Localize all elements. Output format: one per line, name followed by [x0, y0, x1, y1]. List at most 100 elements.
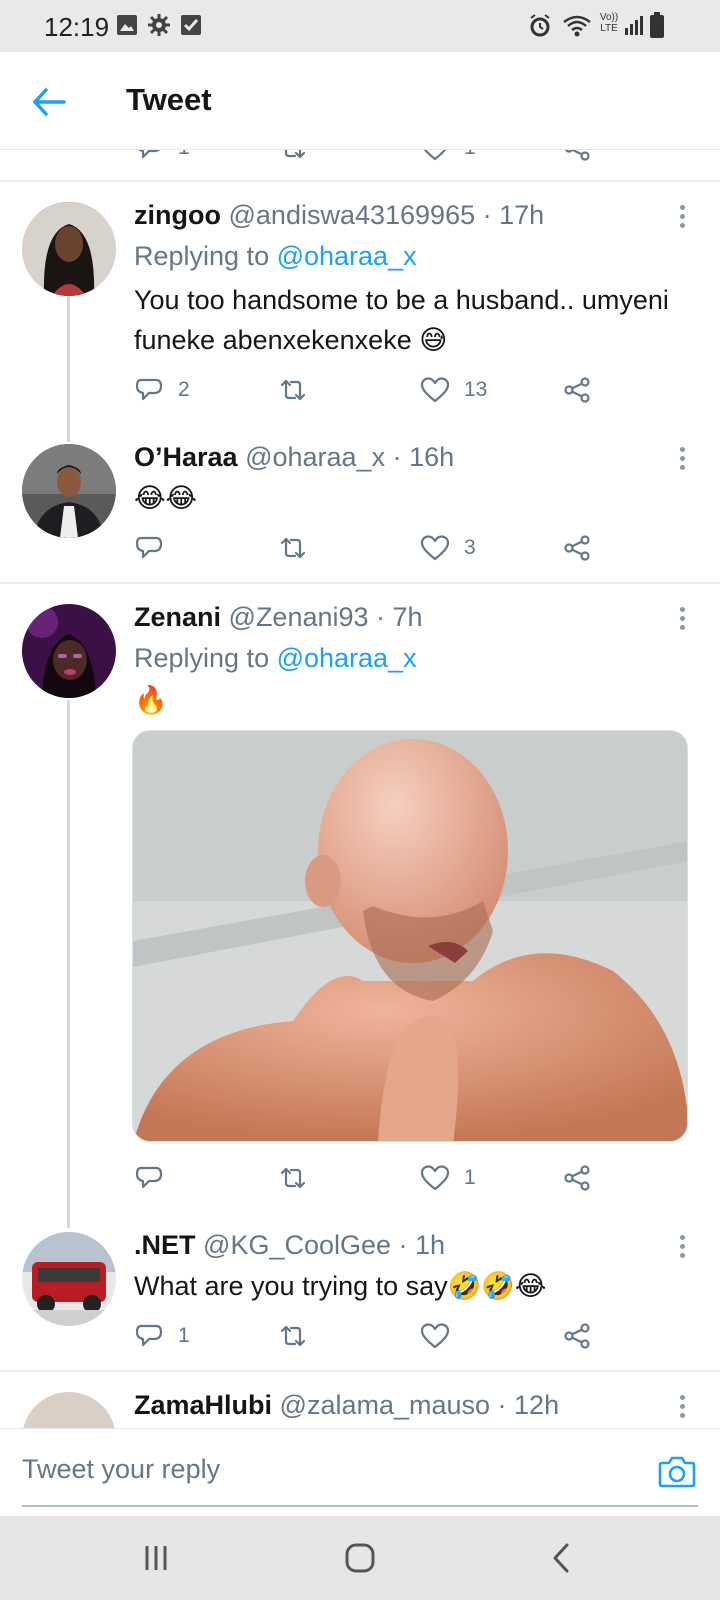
- avatar[interactable]: [22, 1232, 116, 1326]
- share-button[interactable]: [562, 150, 592, 168]
- camera-icon[interactable]: [658, 1453, 696, 1489]
- share-button[interactable]: [562, 370, 592, 410]
- signal-icon: [625, 16, 643, 35]
- handle-and-time: @zalama_mauso · 12h: [279, 1390, 560, 1420]
- divider: [0, 582, 720, 584]
- status-bar: 12:19 Vo)) LTE: [0, 0, 720, 52]
- handle-and-time: @oharaa_x · 16h: [245, 442, 455, 472]
- app-header: Tweet: [0, 52, 720, 150]
- replying-to-handle[interactable]: @oharaa_x: [277, 643, 417, 673]
- thread-line: [67, 700, 70, 1228]
- reply-button[interactable]: 2: [134, 370, 190, 410]
- replying-to-handle[interactable]: @oharaa_x: [277, 241, 417, 271]
- handle-and-time: @Zenani93 · 7h: [228, 602, 423, 632]
- image-icon: [117, 15, 137, 35]
- volte-label-bottom: LTE: [600, 23, 618, 34]
- avatar[interactable]: [22, 444, 116, 538]
- like-button[interactable]: 13: [420, 370, 487, 410]
- tweet-actions: 3: [134, 528, 614, 568]
- battery-icon: [650, 12, 664, 38]
- reply-icon: [135, 1324, 163, 1347]
- thread-line: [67, 296, 70, 442]
- avatar-image: [22, 202, 116, 296]
- share-button[interactable]: [562, 1158, 592, 1198]
- alarm-icon: [530, 14, 550, 37]
- avatar-image: [22, 444, 116, 538]
- reply-button[interactable]: [134, 528, 178, 568]
- avatar[interactable]: [22, 202, 116, 296]
- tweet-photo[interactable]: [132, 730, 688, 1142]
- display-name[interactable]: .NET: [134, 1230, 196, 1260]
- share-button[interactable]: [562, 528, 592, 568]
- avatar-image: [22, 604, 116, 698]
- tweet-actions: 1: [134, 1316, 614, 1356]
- photo-image: [133, 731, 687, 1141]
- divider: [0, 180, 720, 182]
- tweet-header: .NET @KG_CoolGee · 1h: [134, 1230, 445, 1261]
- recent-apps-icon[interactable]: [134, 1536, 178, 1580]
- more-options-icon[interactable]: [672, 444, 692, 474]
- more-options-icon[interactable]: [672, 604, 692, 634]
- arrow-left-icon[interactable]: [30, 82, 70, 122]
- tweet-header: ZamaHlubi @zalama_mauso · 12h: [134, 1390, 559, 1421]
- heart-icon: [423, 150, 447, 161]
- more-options-icon[interactable]: [672, 1232, 692, 1262]
- tweet-text: You too handsome to be a husband.. umyen…: [134, 285, 669, 355]
- share-button[interactable]: [562, 1316, 592, 1356]
- like-count: 13: [464, 378, 488, 401]
- gear-icon: [148, 14, 170, 36]
- tweet-text: What are you trying to say🤣🤣😂: [134, 1271, 547, 1301]
- retweet-button[interactable]: [278, 1158, 322, 1198]
- back-icon[interactable]: [540, 1536, 584, 1580]
- heart-icon: [420, 535, 450, 561]
- volte-label-top: Vo)): [599, 12, 619, 23]
- more-options-icon[interactable]: [672, 1392, 692, 1422]
- share-icon: [564, 1323, 590, 1349]
- avatar[interactable]: [22, 1392, 116, 1428]
- like-button[interactable]: 3: [420, 528, 476, 568]
- reply-icon: [135, 378, 163, 401]
- reply-button[interactable]: [134, 1158, 178, 1198]
- reply-count: 1: [178, 150, 190, 160]
- retweet-icon: [280, 537, 306, 559]
- like-button[interactable]: 1: [420, 1158, 476, 1198]
- home-icon[interactable]: [338, 1536, 382, 1580]
- retweet-icon: [284, 150, 306, 159]
- tweet-text: 🔥: [134, 685, 168, 715]
- reply-button[interactable]: 1: [134, 150, 190, 168]
- retweet-icon: [280, 379, 306, 401]
- like-button[interactable]: [420, 1316, 464, 1356]
- retweet-button[interactable]: [278, 1316, 322, 1356]
- share-icon: [564, 150, 590, 161]
- avatar[interactable]: [22, 604, 116, 698]
- tweet-header: O’Haraa @oharaa_x · 16h: [134, 442, 454, 473]
- reply-count: 1: [178, 1324, 190, 1347]
- retweet-button[interactable]: [278, 370, 322, 410]
- status-time: 12:19: [44, 12, 110, 42]
- like-button[interactable]: 1: [420, 150, 476, 168]
- reply-input[interactable]: [22, 1443, 622, 1495]
- volte-icon: Vo)) LTE: [596, 12, 622, 34]
- display-name[interactable]: Zenani: [134, 602, 221, 632]
- replying-to-label: Replying to: [134, 643, 277, 673]
- check-square-icon: [181, 15, 201, 35]
- avatar-image: [22, 1232, 116, 1326]
- system-nav-bar: [0, 1516, 720, 1600]
- reply-button[interactable]: 1: [134, 1316, 190, 1356]
- divider: [0, 1370, 720, 1372]
- tweet-header: Zenani @Zenani93 · 7h: [134, 602, 423, 633]
- display-name[interactable]: O’Haraa: [134, 442, 238, 472]
- more-options-icon[interactable]: [672, 202, 692, 232]
- reply-composer: [0, 1428, 720, 1516]
- tweet-actions: 1: [134, 1158, 614, 1198]
- heart-icon: [420, 377, 450, 403]
- display-name[interactable]: ZamaHlubi: [134, 1390, 272, 1420]
- wifi-icon: [563, 15, 591, 37]
- replying-to-label: Replying to: [134, 241, 277, 271]
- retweet-button[interactable]: [278, 528, 322, 568]
- retweet-button[interactable]: [278, 150, 308, 168]
- replies-timeline[interactable]: 1 1 zingoo @andiswa43169965 · 17h Replyi…: [0, 150, 720, 1428]
- share-icon: [564, 535, 590, 561]
- heart-icon: [420, 1165, 450, 1191]
- display-name[interactable]: zingoo: [134, 200, 221, 230]
